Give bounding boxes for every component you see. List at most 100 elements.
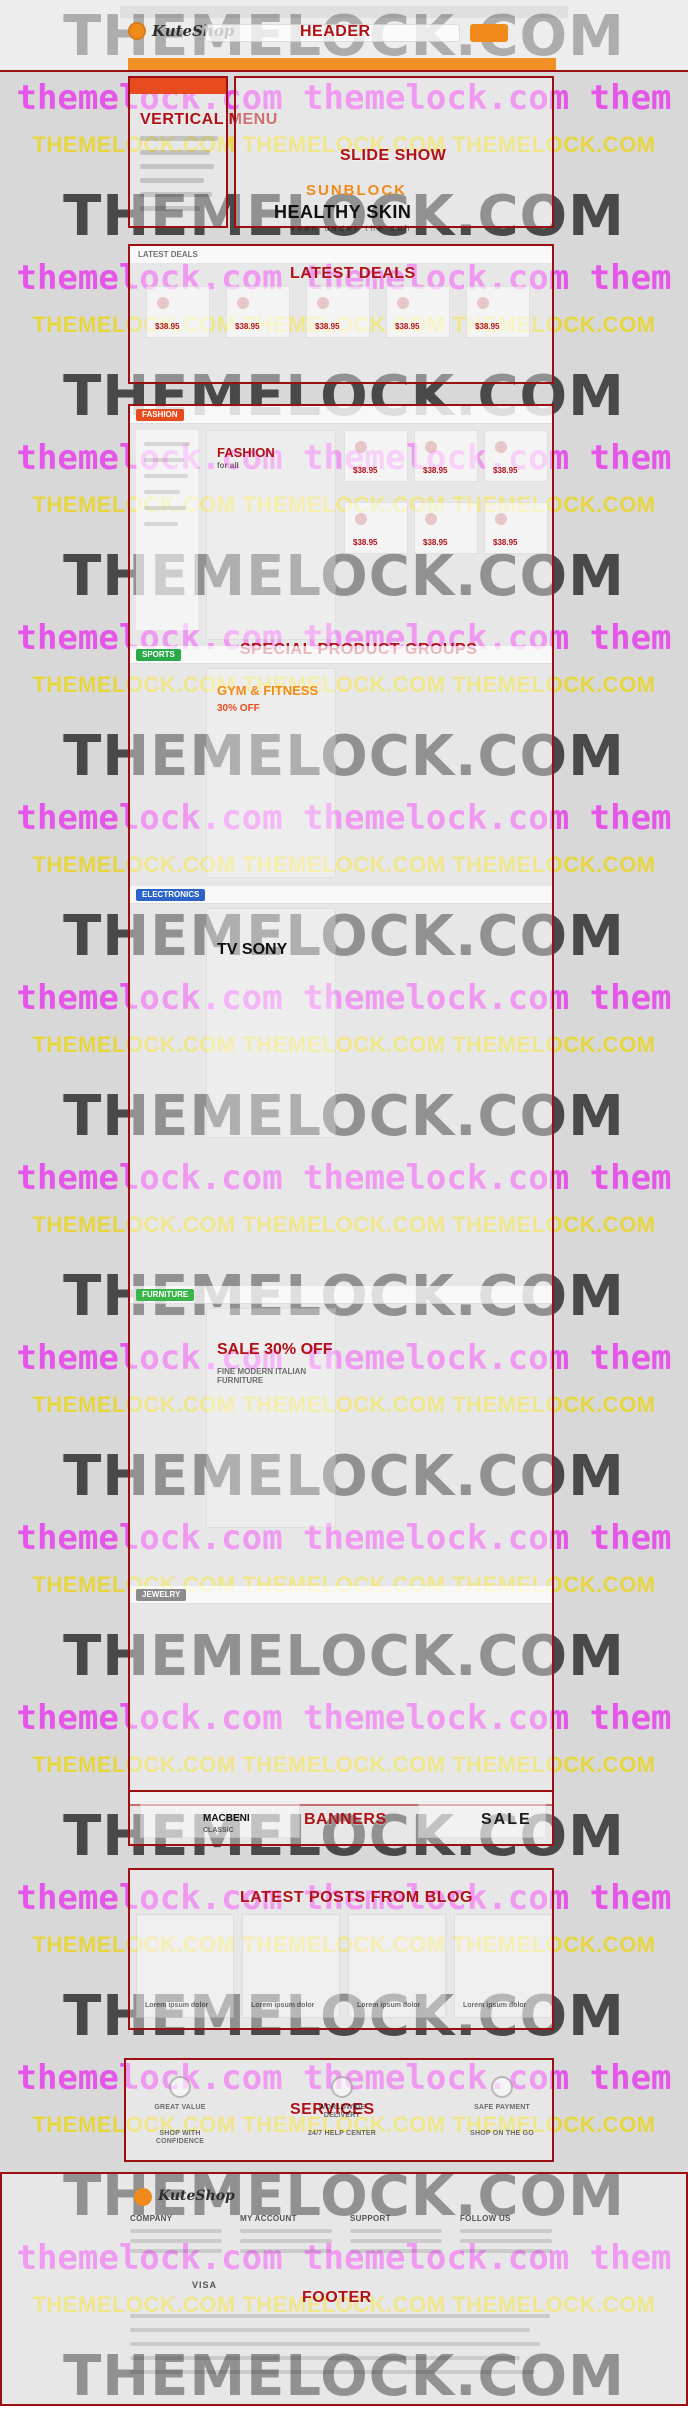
category-link[interactable] — [144, 458, 184, 462]
service-icon — [331, 2076, 353, 2098]
blog-post-caption: Lorem ipsum dolor — [463, 2002, 527, 2009]
footer-logo-text[interactable]: KuteShop — [158, 2188, 235, 2204]
footer-bottom-line — [130, 2356, 520, 2360]
promo-banner-furniture[interactable]: SALE 30% OFF FINE MODERN ITALIAN FURNITU… — [206, 1308, 336, 1528]
tab-electronics[interactable]: ELECTRONICS — [136, 889, 206, 901]
banners-region: MACBENI CLASSIC SALE BANNERS — [128, 1790, 554, 1846]
product-price: $38.95 — [353, 466, 378, 475]
banner-right[interactable]: SALE — [418, 1802, 546, 1838]
deal-product-card[interactable]: $38.95 — [386, 286, 450, 338]
footer-link[interactable] — [350, 2239, 442, 2243]
category-link[interactable] — [144, 506, 186, 510]
promo-banner-fashion[interactable]: FASHION for all — [206, 430, 336, 640]
vertical-menu-region: VERTICAL MENU — [128, 76, 277, 228]
product-card[interactable]: $38.95 — [484, 430, 548, 482]
logo-icon[interactable] — [128, 22, 146, 40]
menu-item[interactable] — [140, 164, 214, 169]
footer-link[interactable] — [240, 2249, 332, 2253]
product-image-icon — [477, 297, 489, 309]
latest-posts-region: LATEST POSTS FROM BLOG Lorem ipsum dolor… — [128, 1868, 554, 2030]
category-link[interactable] — [144, 490, 180, 494]
cart-button[interactable] — [470, 24, 508, 42]
tab-fashion[interactable]: FASHION — [136, 409, 184, 421]
product-price: $38.95 — [493, 466, 518, 475]
footer-logo-icon[interactable] — [134, 2188, 152, 2206]
tab-furniture[interactable]: FURNITURE — [136, 1289, 195, 1301]
social-links[interactable] — [460, 2239, 552, 2243]
social-links[interactable] — [460, 2249, 552, 2253]
category-link[interactable] — [144, 442, 190, 446]
product-image-icon — [355, 513, 367, 525]
group-header-jewelry: JEWELRY — [130, 1586, 552, 1604]
blog-post-card[interactable]: Lorem ipsum dolor — [348, 1914, 446, 2018]
product-image-icon — [425, 513, 437, 525]
deal-product-card[interactable]: $38.95 — [226, 286, 290, 338]
banner-left[interactable]: MACBENI CLASSIC — [140, 1802, 300, 1838]
footer-columns: COMPANY MY ACCOUNT SUPPORT FOLLOW US — [130, 2214, 562, 2278]
social-links[interactable] — [460, 2229, 552, 2233]
deal-product-card[interactable]: $38.95 — [146, 286, 210, 338]
tab-sports[interactable]: SPORTS — [136, 649, 181, 661]
banner-right-text: SALE — [481, 1811, 532, 1828]
footer-link[interactable] — [240, 2229, 332, 2233]
services-region: SERVICES GREAT VALUE WORLDWIDE DELIVERY … — [124, 2058, 554, 2162]
section-label-latest-deals: LATEST DEALS — [290, 265, 416, 282]
footer-link[interactable] — [130, 2229, 222, 2233]
blog-post-caption: Lorem ipsum dolor — [251, 2002, 315, 2009]
category-link[interactable] — [144, 522, 178, 526]
banner-title: GYM & FITNESS — [217, 683, 319, 698]
latest-deals-title: LATEST DEALS — [138, 250, 198, 259]
banner-subtitle: FINE MODERN ITALIAN FURNITURE — [217, 1367, 307, 1385]
service-text: SAFE PAYMENT — [473, 2104, 531, 2111]
group-header-sports: SPORTS — [130, 646, 552, 664]
blog-post-card[interactable]: Lorem ipsum dolor — [242, 1914, 340, 2018]
footer-link[interactable] — [240, 2239, 332, 2243]
section-label-footer: FOOTER — [302, 2289, 372, 2306]
menu-item[interactable] — [140, 136, 218, 141]
product-price: $38.95 — [353, 538, 378, 547]
product-card[interactable]: $38.95 — [344, 502, 408, 554]
footer-bottom-line — [130, 2314, 550, 2318]
product-card[interactable]: $38.95 — [414, 430, 478, 482]
product-card[interactable]: $38.95 — [414, 502, 478, 554]
tab-jewelry[interactable]: JEWELRY — [136, 1589, 187, 1601]
deal-product-card[interactable]: $38.95 — [306, 286, 370, 338]
blog-post-card[interactable]: Lorem ipsum dolor — [454, 1914, 552, 2018]
section-label-latest-posts: LATEST POSTS FROM BLOG — [240, 1889, 473, 1906]
main-navigation[interactable] — [128, 58, 556, 70]
footer-region: KuteShop COMPANY MY ACCOUNT SUPPORT FOLL… — [0, 2172, 688, 2406]
blog-post-caption: Lorem ipsum dolor — [357, 2002, 421, 2009]
promo-banner-tv[interactable]: TV SONY — [206, 908, 336, 1138]
product-card[interactable]: $38.95 — [344, 430, 408, 482]
product-image-icon — [397, 297, 409, 309]
banner-left-title: MACBENI — [203, 1813, 250, 1824]
footer-column: SUPPORT — [350, 2214, 450, 2278]
footer-bottom-line — [130, 2370, 535, 2374]
menu-item[interactable] — [140, 178, 204, 183]
menu-item[interactable] — [140, 206, 200, 211]
banner-subtitle: for all — [217, 461, 239, 470]
slide-subtitle: even under the sun — [290, 224, 413, 233]
footer-link[interactable] — [130, 2249, 222, 2253]
vertical-menu-header[interactable] — [130, 78, 226, 94]
service-text: SHOP ON THE GO — [470, 2130, 534, 2137]
product-price: $38.95 — [235, 322, 260, 331]
menu-item[interactable] — [140, 150, 210, 155]
product-image-icon — [425, 441, 437, 453]
promo-banner-fitness[interactable]: GYM & FITNESS 30% OFF — [206, 668, 336, 878]
menu-item[interactable] — [140, 192, 212, 197]
footer-link[interactable] — [130, 2239, 222, 2243]
product-image-icon — [495, 441, 507, 453]
group-header-furniture: FURNITURE — [130, 1286, 552, 1304]
footer-link[interactable] — [350, 2229, 442, 2233]
footer-link[interactable] — [350, 2249, 442, 2253]
category-sidebar — [136, 430, 198, 630]
category-link[interactable] — [144, 474, 188, 478]
product-card[interactable]: $38.95 — [484, 502, 548, 554]
product-price: $38.95 — [475, 322, 500, 331]
top-utility-strip — [120, 6, 568, 18]
footer-column-title: COMPANY — [130, 2214, 173, 2223]
deal-product-card[interactable]: $38.95 — [466, 286, 530, 338]
payment-methods: VISA — [192, 2280, 218, 2290]
blog-post-card[interactable]: Lorem ipsum dolor — [136, 1914, 234, 2018]
